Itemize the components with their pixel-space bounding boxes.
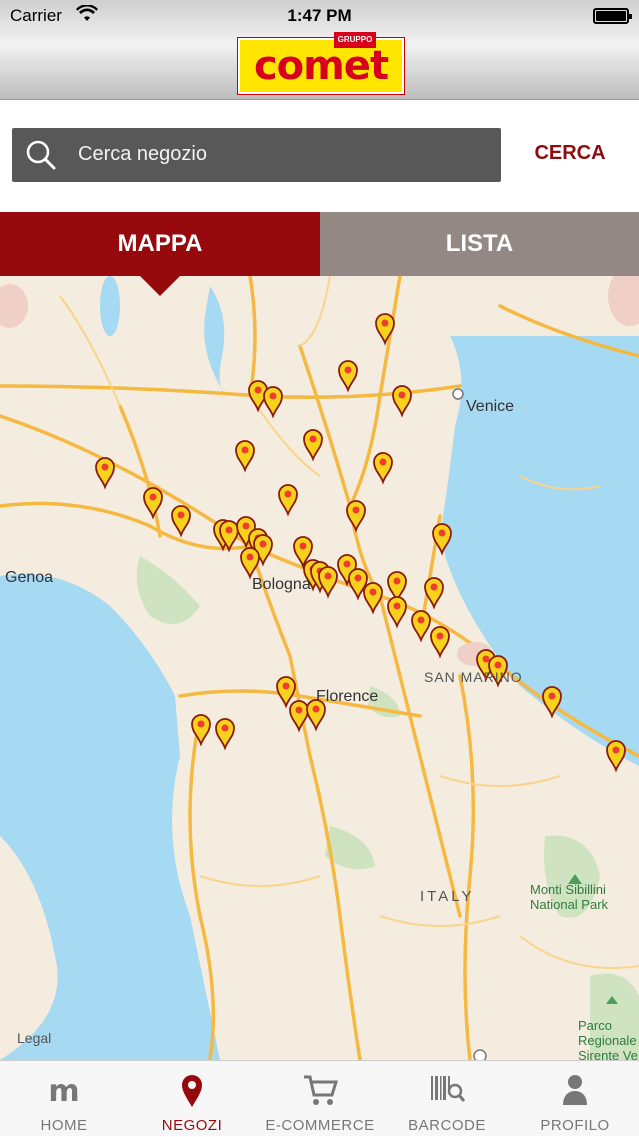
store-pin[interactable] [424,577,444,610]
search-placeholder: Cerca negozio [78,143,207,165]
svg-text:m: m [48,1074,79,1107]
search-input[interactable]: Cerca negozio [12,128,501,182]
tab-barcode[interactable]: BARCODE [383,1061,511,1137]
store-pin[interactable] [346,500,366,533]
map-label-parco: Parco Regionale Sirente Ve [578,1018,638,1060]
store-pin[interactable] [363,582,383,615]
store-pin[interactable] [95,457,115,490]
store-pin[interactable] [318,566,338,599]
map-label-florence: Florence [316,688,379,705]
store-pin[interactable] [276,676,296,709]
tab-negozi[interactable]: NEGOZI [128,1061,256,1137]
tab-e-commerce-label: E-COMMERCE [265,1117,375,1134]
store-pin[interactable] [171,505,191,538]
m-logo-icon: m [44,1073,84,1109]
store-pin[interactable] [338,360,358,393]
tab-profilo-label: PROFILO [540,1117,610,1134]
store-pin[interactable] [240,547,260,580]
status-time: 1:47 PM [287,6,352,25]
map-label-bologna: Bologna [252,576,311,593]
map-label-sibillini: Monti Sibillini National Park [530,882,609,912]
logo-text: comet [253,43,389,89]
brand-logo: comet GRUPPO [238,32,404,94]
store-pin[interactable] [235,440,255,473]
tab-profilo[interactable]: PROFILO [511,1061,639,1137]
store-pin[interactable] [263,386,283,419]
store-pin[interactable] [387,596,407,629]
search-icon [26,140,56,170]
store-pin[interactable] [143,487,163,520]
tab-negozi-label: NEGOZI [161,1117,223,1134]
map-canvas [0,276,639,1060]
store-map[interactable]: Venice Genoa Bologna Florence SAN MARINO… [0,276,639,1060]
store-pin[interactable] [303,429,323,462]
map-label-san-marino: SAN MARINO [424,669,523,685]
status-bar: Carrier 1:47 PM [0,0,639,32]
store-pin[interactable] [411,610,431,643]
tab-lista[interactable]: LISTA [320,212,639,276]
battery-icon [593,8,632,24]
map-label-genoa: Genoa [5,569,54,586]
bottom-tab-bar: m HOME NEGOZI E-COMMERCE BARCODE PROFILO [0,1060,639,1136]
person-icon [555,1073,595,1107]
search-button[interactable]: CERCA [520,142,620,170]
store-pin[interactable] [373,452,393,485]
tab-home[interactable]: m HOME [0,1061,128,1137]
cart-icon [300,1073,340,1107]
active-tab-indicator [140,276,180,296]
store-pin[interactable] [392,385,412,418]
tab-home-label: HOME [40,1117,88,1134]
tab-barcode-label: BARCODE [408,1117,486,1134]
map-label-venice: Venice [466,398,515,415]
store-pin[interactable] [430,626,450,659]
store-pin[interactable] [278,484,298,517]
map-legal-link[interactable]: Legal [17,1030,51,1046]
store-pin[interactable] [215,718,235,751]
tab-e-commerce[interactable]: E-COMMERCE [256,1061,384,1137]
map-label-italy: ITALY [420,888,475,905]
store-pin[interactable] [606,740,626,773]
logo-tag: GRUPPO [334,32,376,48]
tab-mappa[interactable]: MAPPA [0,212,320,276]
app-header: Carrier 1:47 PM comet GRUPPO [0,0,639,100]
view-tabs: MAPPA LISTA [0,212,639,296]
location-pin-icon [172,1073,212,1107]
barcode-icon [427,1073,467,1107]
